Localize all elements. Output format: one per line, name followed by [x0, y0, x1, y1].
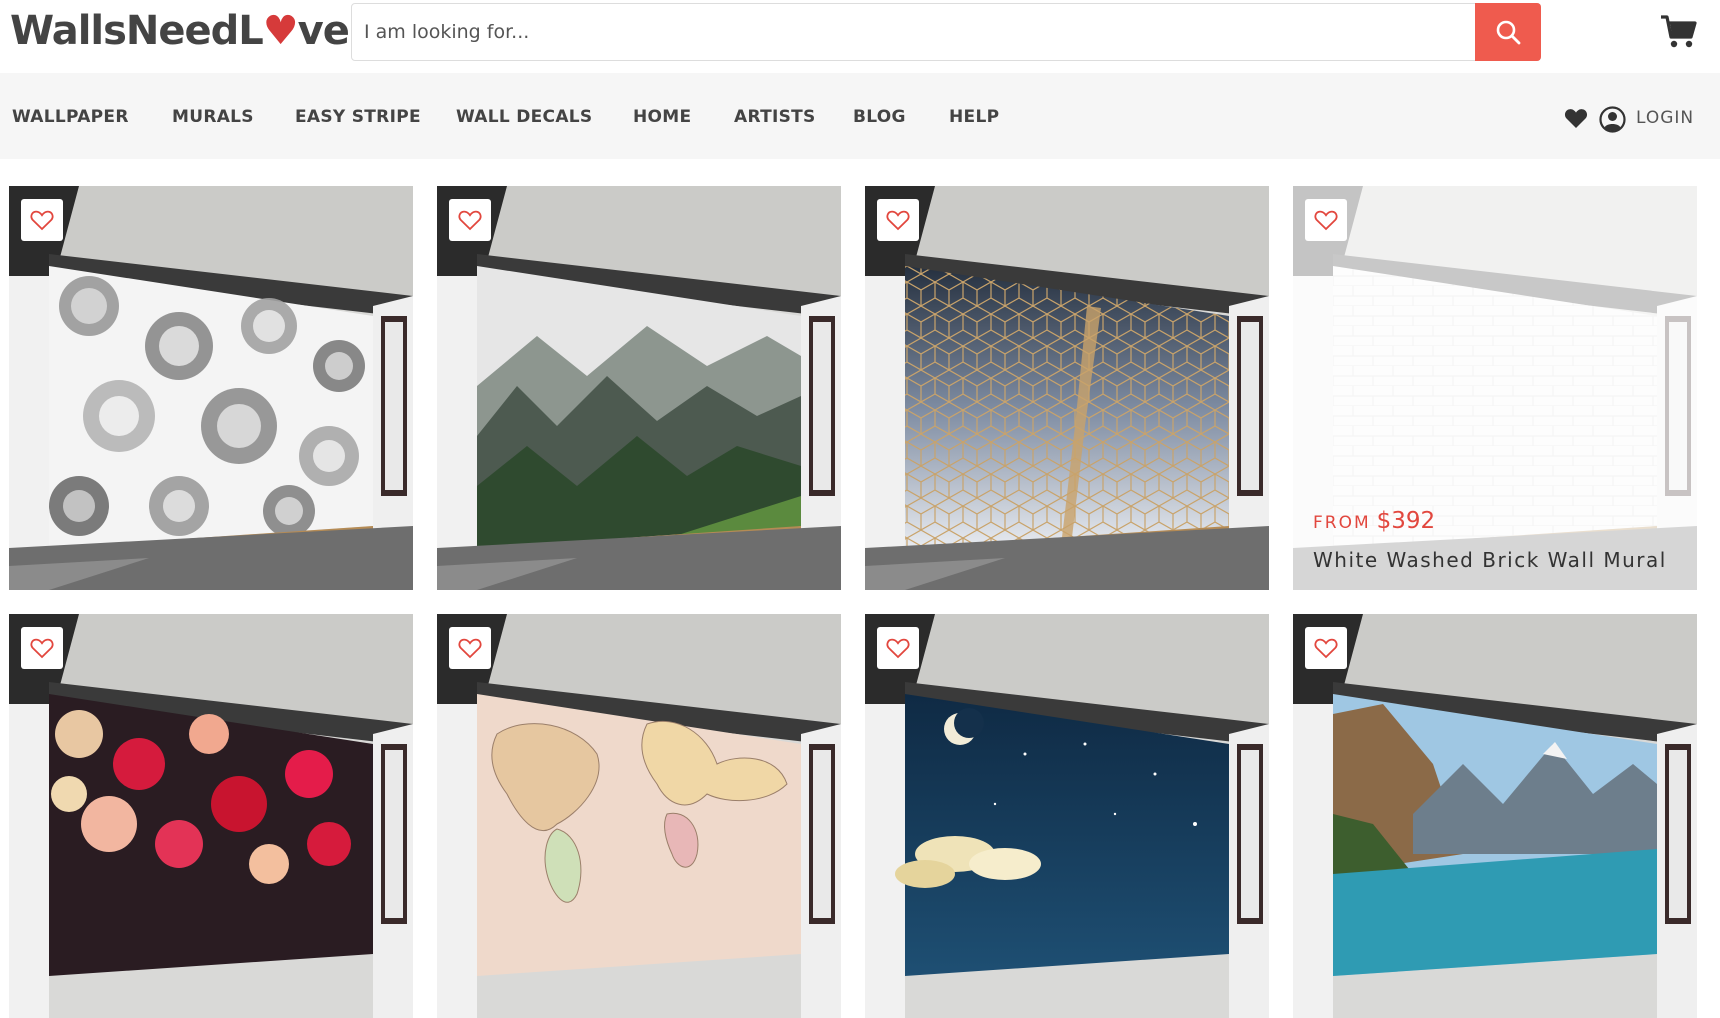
price-prefix: FROM	[1313, 513, 1371, 533]
product-image	[9, 186, 413, 590]
product-image	[437, 614, 841, 1018]
favorite-button[interactable]	[877, 199, 919, 241]
favorite-button[interactable]	[449, 199, 491, 241]
favorite-button[interactable]	[449, 627, 491, 669]
product-card[interactable]	[437, 614, 841, 1018]
product-image	[437, 186, 841, 590]
heart-outline-icon	[1314, 210, 1338, 231]
product-image	[9, 614, 413, 1018]
favorite-button[interactable]	[21, 627, 63, 669]
price-amount: $392	[1376, 508, 1436, 534]
product-card[interactable]: FROM $392 White Washed Brick Wall Mural	[1293, 186, 1697, 590]
product-card[interactable]	[865, 614, 1269, 1018]
favorite-button[interactable]	[877, 627, 919, 669]
product-card[interactable]	[865, 186, 1269, 590]
product-image	[1293, 614, 1697, 1018]
product-card[interactable]	[9, 614, 413, 1018]
heart-outline-icon	[1314, 638, 1338, 659]
product-price: FROM $392	[1313, 508, 1435, 534]
heart-outline-icon	[458, 210, 482, 231]
heart-outline-icon	[30, 638, 54, 659]
product-image	[865, 186, 1269, 590]
product-card[interactable]	[437, 186, 841, 590]
heart-outline-icon	[886, 638, 910, 659]
product-title[interactable]: White Washed Brick Wall Mural	[1313, 548, 1667, 572]
product-card[interactable]	[9, 186, 413, 590]
favorite-button[interactable]	[21, 199, 63, 241]
favorite-button[interactable]	[1305, 627, 1347, 669]
product-card[interactable]	[1293, 614, 1697, 1018]
heart-outline-icon	[30, 210, 54, 231]
favorite-button[interactable]	[1305, 199, 1347, 241]
heart-outline-icon	[886, 210, 910, 231]
heart-outline-icon	[458, 638, 482, 659]
product-grid: FROM $392 White Washed Brick Wall Mural	[0, 0, 1720, 1018]
product-image	[865, 614, 1269, 1018]
